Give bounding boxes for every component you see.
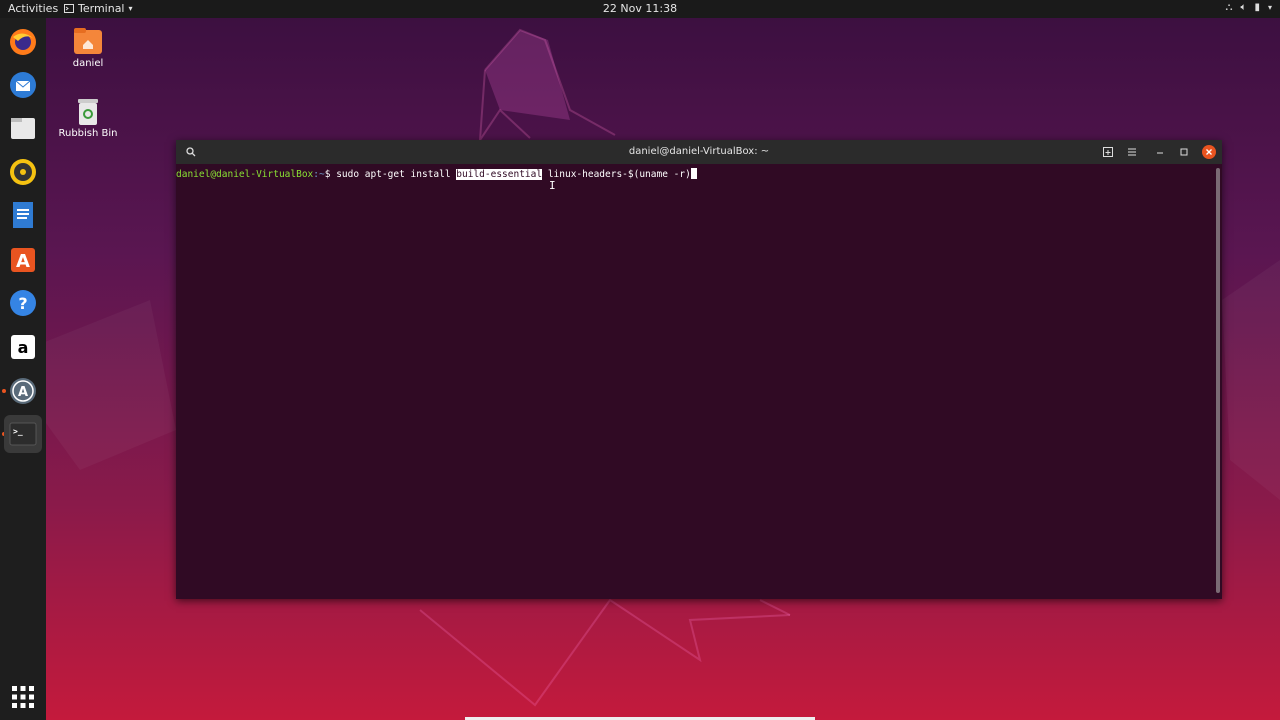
desktop-home-folder[interactable]: daniel [53,26,123,69]
top-bar: Activities Terminal ▾ 22 Nov 11:38 ⛬ 🔈︎ … [0,0,1280,18]
thunderbird-icon[interactable] [7,69,39,101]
prompt-user: daniel@daniel-VirtualBox [176,169,314,180]
prompt-path: :~ [313,169,325,180]
minimize-icon[interactable] [1152,144,1168,160]
chevron-down-icon[interactable]: ▾ [1268,3,1272,12]
command-text-rest: linux-headers-$(uname -r) [542,169,691,180]
software-center-icon[interactable]: A [7,243,39,275]
firefox-icon[interactable] [7,26,39,58]
maximize-icon[interactable] [1176,144,1192,160]
close-icon[interactable] [1201,144,1217,160]
app-menu-button[interactable]: Terminal ▾ [64,2,133,15]
writer-icon[interactable] [7,199,39,231]
volume-icon[interactable]: 🔈︎ [1240,2,1246,13]
svg-text:>_: >_ [13,427,23,436]
activities-button[interactable]: Activities [8,2,58,15]
dock: A ? a A >_ [0,18,46,720]
help-icon[interactable]: ? [7,287,39,319]
home-folder-label: daniel [72,58,104,69]
window-title: daniel@daniel-VirtualBox: ~ [628,146,770,157]
command-text: sudo apt-get install [336,169,457,180]
menu-icon[interactable] [1124,144,1140,160]
battery-icon[interactable]: ▮ [1254,2,1260,13]
text-cursor [690,168,697,179]
svg-text:A: A [18,385,28,400]
trash-icon [73,96,103,126]
svg-text:a: a [18,338,29,357]
rhythmbox-icon[interactable] [7,156,39,188]
terminal-content[interactable]: daniel@daniel-VirtualBox:~$ sudo apt-get… [176,164,1222,180]
svg-text:?: ? [18,294,27,313]
show-applications-icon[interactable] [7,681,39,713]
trash-label: Rubbish Bin [58,128,118,139]
app-menu-label: Terminal [78,2,125,15]
desktop-rubbish-bin[interactable]: Rubbish Bin [53,96,123,139]
network-icon[interactable]: ⛬ [1225,2,1232,13]
files-icon[interactable] [7,112,39,144]
prompt-symbol: $ [324,169,337,180]
clock[interactable]: 22 Nov 11:38 [603,2,677,15]
new-tab-icon[interactable] [1100,144,1116,160]
chevron-down-icon: ▾ [128,4,133,13]
system-tray[interactable]: ⛬ 🔈︎ ▮ ▾ [1225,2,1272,13]
home-folder-icon [73,26,103,56]
svg-text:A: A [16,251,30,272]
software-updater-icon[interactable]: A [7,375,39,407]
terminal-icon [64,4,74,13]
terminal-window[interactable]: daniel@daniel-VirtualBox: ~ daniel@danie… [176,140,1222,599]
selected-text[interactable]: build-essential [456,169,543,180]
amazon-icon[interactable]: a [7,331,39,363]
mouse-ibeam-cursor: I [549,179,556,192]
terminal-dock-icon[interactable]: >_ [4,415,42,453]
scrollbar[interactable] [1216,168,1220,593]
running-indicator [2,389,6,393]
terminal-header[interactable]: daniel@daniel-VirtualBox: ~ [176,140,1222,164]
